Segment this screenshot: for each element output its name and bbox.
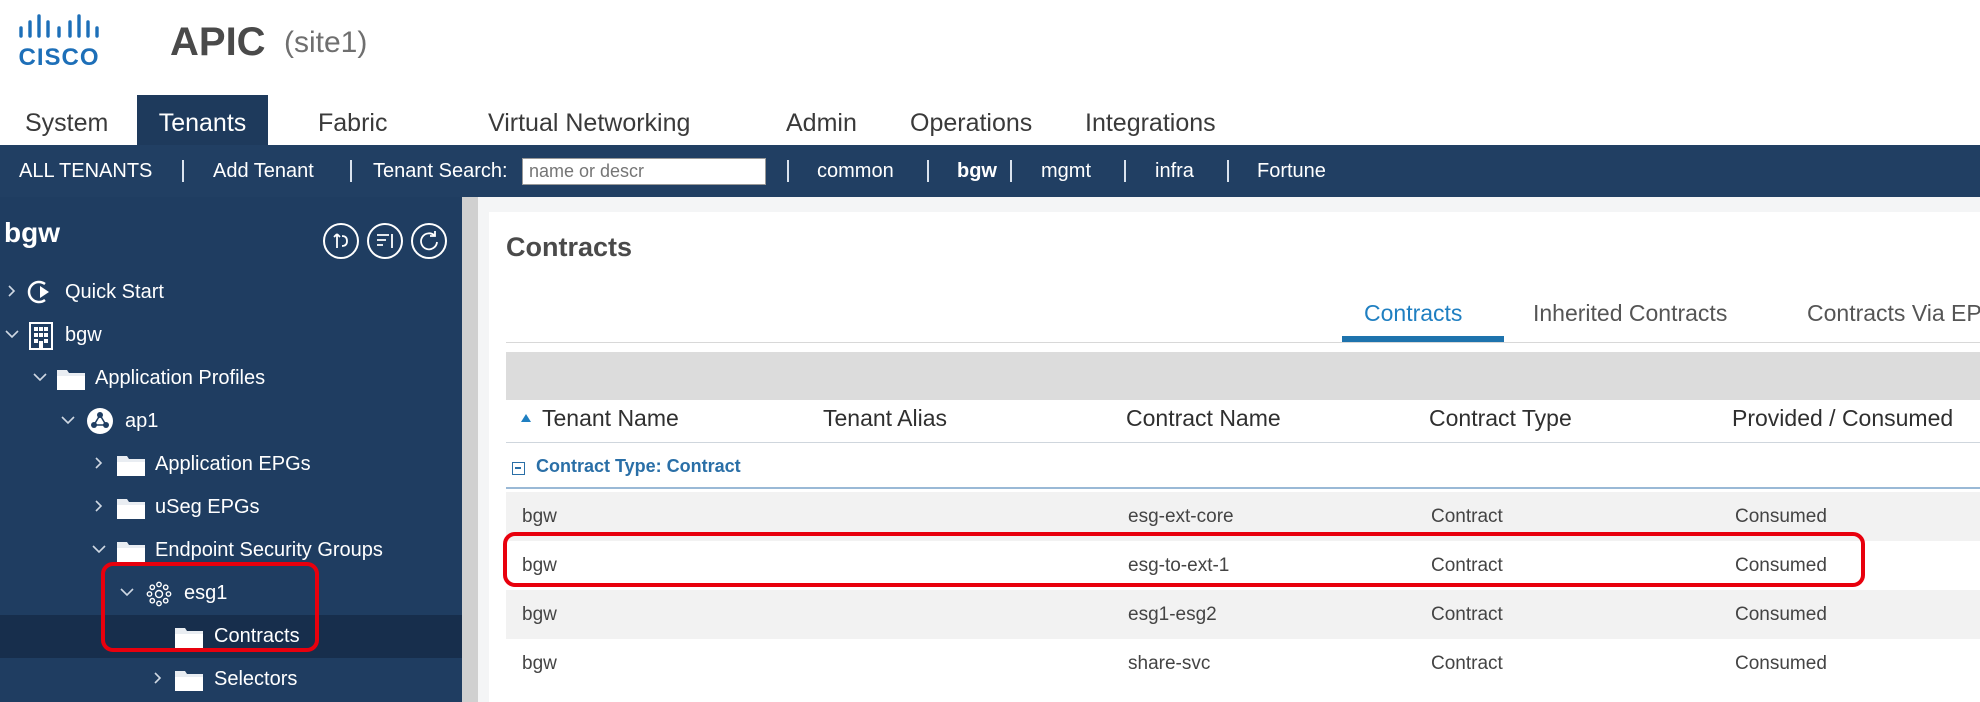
- nav-item-selectors[interactable]: Selectors: [0, 658, 462, 701]
- nav-item-useg-epgs[interactable]: uSeg EPGs: [0, 486, 462, 529]
- list-icon[interactable]: [367, 223, 403, 259]
- tab-system[interactable]: System: [25, 95, 108, 145]
- back-icon[interactable]: [323, 223, 359, 259]
- tenant-bar: ALL TENANTS Add Tenant Tenant Search: co…: [0, 145, 1980, 197]
- nav-label: Selectors: [214, 668, 298, 690]
- table-row[interactable]: bgw esg1-esg2 Contract Consumed: [506, 590, 1980, 639]
- folder-icon: [117, 499, 145, 519]
- nav-item-application-epgs[interactable]: Application EPGs: [0, 443, 462, 486]
- divider: [506, 442, 1980, 443]
- cell-tenant: bgw: [522, 604, 557, 625]
- chevron-down-icon[interactable]: [4, 326, 20, 342]
- divider: [506, 487, 1980, 489]
- table-row[interactable]: bgw share-svc Contract Consumed: [506, 639, 1980, 688]
- chevron-right-icon[interactable]: [150, 670, 166, 686]
- collapse-group-icon[interactable]: [512, 462, 525, 475]
- nav-label: Quick Start: [65, 281, 164, 303]
- tab-virtual-networking[interactable]: Virtual Networking: [488, 95, 690, 145]
- column-header-provided-consumed[interactable]: Provided / Consumed: [1732, 405, 1953, 432]
- page-title: Contracts: [506, 232, 633, 262]
- table-toolbar: [506, 352, 1980, 400]
- nav-label: uSeg EPGs: [155, 496, 260, 518]
- tenant-link-infra[interactable]: infra: [1155, 145, 1194, 197]
- tab-tenants[interactable]: Tenants: [137, 95, 268, 145]
- nav-title: bgw: [4, 217, 60, 248]
- separator: [927, 160, 929, 182]
- separator: [1124, 160, 1126, 182]
- folder-icon: [57, 370, 85, 390]
- nav-label: Application EPGs: [155, 453, 311, 475]
- cell-provided-consumed: Consumed: [1735, 653, 1827, 674]
- subtab-inherited-contracts[interactable]: Inherited Contracts: [1533, 300, 1727, 327]
- chevron-down-icon[interactable]: [32, 369, 48, 385]
- tenant-building-icon: [29, 322, 53, 350]
- chevron-right-icon[interactable]: [91, 455, 107, 471]
- nav-item-quick-start[interactable]: Quick Start: [0, 271, 462, 314]
- highlight-box-esg1-contracts: [101, 562, 319, 652]
- add-tenant-link[interactable]: Add Tenant: [213, 145, 314, 197]
- column-header-contract-name[interactable]: Contract Name: [1126, 405, 1281, 432]
- cell-type: Contract: [1431, 653, 1503, 674]
- chevron-right-icon[interactable]: [91, 498, 107, 514]
- tenant-link-bgw[interactable]: bgw: [957, 145, 997, 197]
- folder-icon: [117, 542, 145, 562]
- separator: [787, 160, 789, 182]
- site-name: (site1): [284, 26, 368, 59]
- nav-label: Application Profiles: [95, 367, 266, 389]
- pane-splitter[interactable]: [462, 197, 478, 702]
- cisco-logo: CISCO: [18, 14, 100, 71]
- sort-ascending-icon[interactable]: [520, 413, 532, 423]
- logo-wordmark: CISCO: [18, 44, 100, 71]
- group-header[interactable]: Contract Type: Contract: [536, 456, 741, 477]
- column-header-tenant-name[interactable]: Tenant Name: [542, 405, 679, 432]
- tab-fabric[interactable]: Fabric: [318, 95, 387, 145]
- nav-item-ap1[interactable]: ap1: [0, 400, 462, 443]
- subtab-contracts-via-epg[interactable]: Contracts Via EPG: [1807, 300, 1980, 327]
- chevron-down-icon[interactable]: [91, 541, 107, 557]
- tenant-link-common[interactable]: common: [817, 145, 894, 197]
- tab-integrations[interactable]: Integrations: [1085, 95, 1216, 145]
- all-tenants-link[interactable]: ALL TENANTS: [19, 145, 152, 197]
- tenant-search-input[interactable]: [522, 158, 766, 185]
- application-profile-icon: [87, 408, 113, 434]
- divider: [506, 342, 1980, 343]
- cell-contract: esg1-esg2: [1128, 604, 1217, 625]
- tab-operations[interactable]: Operations: [910, 95, 1032, 145]
- column-header-tenant-alias[interactable]: Tenant Alias: [823, 405, 947, 432]
- separator: [1227, 160, 1229, 182]
- app-title: APIC: [170, 20, 266, 64]
- chevron-right-icon[interactable]: [4, 283, 20, 299]
- separator: [1010, 160, 1012, 182]
- tenant-search-label: Tenant Search:: [373, 160, 508, 182]
- cell-provided-consumed: Consumed: [1735, 604, 1827, 625]
- nav-label: ap1: [125, 410, 159, 432]
- main-tab-bar: System Tenants Fabric Virtual Networking…: [0, 95, 1980, 145]
- nav-item-application-profiles[interactable]: Application Profiles: [0, 357, 462, 400]
- cisco-bars-icon: [19, 14, 99, 38]
- highlight-box-row-esg-to-ext-1: [503, 532, 1865, 587]
- separator: [350, 160, 352, 182]
- tab-admin[interactable]: Admin: [786, 95, 857, 145]
- tenant-link-fortune[interactable]: Fortune: [1257, 145, 1326, 197]
- chevron-down-icon[interactable]: [60, 412, 76, 428]
- refresh-icon[interactable]: [411, 223, 447, 259]
- folder-icon: [175, 671, 203, 691]
- nav-item-tenant-bgw[interactable]: bgw: [0, 314, 462, 357]
- subtab-contracts[interactable]: Contracts: [1364, 300, 1462, 327]
- column-header-contract-type[interactable]: Contract Type: [1429, 405, 1572, 432]
- cell-type: Contract: [1431, 604, 1503, 625]
- separator: [182, 160, 184, 182]
- nav-label: bgw: [65, 324, 102, 346]
- tenant-link-mgmt[interactable]: mgmt: [1041, 145, 1091, 197]
- cell-tenant: bgw: [522, 653, 557, 674]
- quick-start-icon: [27, 280, 49, 304]
- cell-contract: share-svc: [1128, 653, 1211, 674]
- folder-icon: [117, 456, 145, 476]
